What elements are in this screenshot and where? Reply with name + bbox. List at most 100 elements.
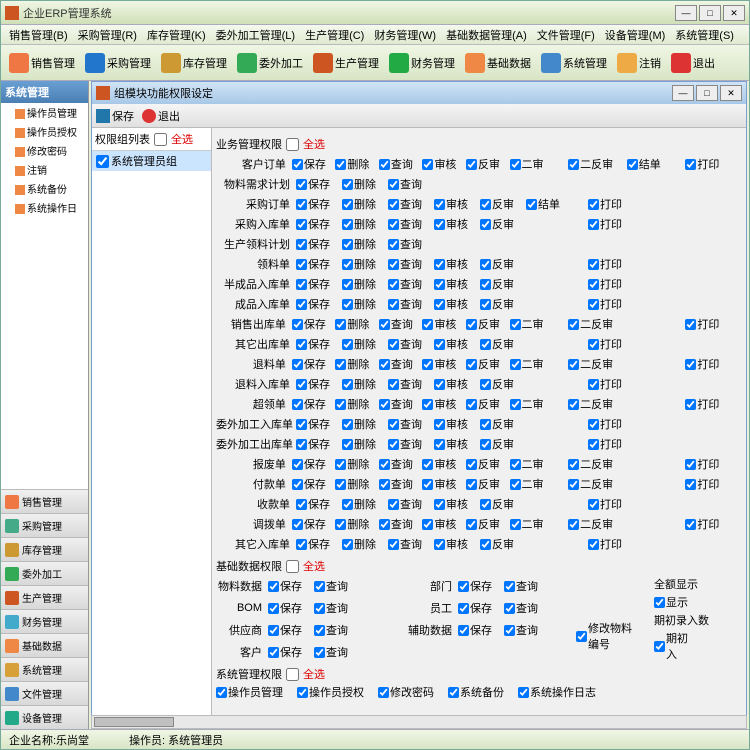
perm-checkbox[interactable]: [379, 519, 390, 530]
perm-checkbox[interactable]: [458, 625, 469, 636]
perm-checkbox[interactable]: [342, 419, 353, 430]
accordion-item[interactable]: 销售管理: [1, 489, 88, 513]
perm-checkbox[interactable]: [342, 199, 353, 210]
perm-checkbox[interactable]: [434, 199, 445, 210]
perm-checkbox[interactable]: [434, 379, 445, 390]
close-button[interactable]: ✕: [723, 5, 745, 21]
perm-checkbox[interactable]: [480, 339, 491, 350]
perm-checkbox[interactable]: [510, 399, 521, 410]
accordion-item[interactable]: 文件管理: [1, 681, 88, 705]
perm-checkbox[interactable]: [588, 339, 599, 350]
perm-checkbox[interactable]: [342, 439, 353, 450]
accordion-item[interactable]: 设备管理: [1, 705, 88, 729]
perm-checkbox[interactable]: [422, 399, 433, 410]
toolbar-item[interactable]: 委外加工: [233, 51, 307, 75]
toolbar-item[interactable]: 财务管理: [385, 51, 459, 75]
perm-checkbox[interactable]: [342, 239, 353, 250]
perm-checkbox[interactable]: [480, 259, 491, 270]
perm-checkbox[interactable]: [510, 159, 521, 170]
show-all-checkbox[interactable]: [654, 597, 665, 608]
perm-checkbox[interactable]: [314, 581, 325, 592]
perm-checkbox[interactable]: [588, 379, 599, 390]
perm-checkbox[interactable]: [292, 399, 303, 410]
menu-item[interactable]: 生产管理(C): [301, 25, 368, 45]
perm-checkbox[interactable]: [379, 319, 390, 330]
perm-checkbox[interactable]: [292, 159, 303, 170]
maximize-button[interactable]: □: [699, 5, 721, 21]
menu-item[interactable]: 采购管理(R): [74, 25, 141, 45]
perm-checkbox[interactable]: [388, 539, 399, 550]
save-button[interactable]: 保存: [96, 108, 134, 124]
perm-checkbox[interactable]: [342, 219, 353, 230]
perm-checkbox[interactable]: [388, 439, 399, 450]
sys-perm-checkbox[interactable]: [378, 687, 389, 698]
perm-checkbox[interactable]: [504, 581, 515, 592]
perm-checkbox[interactable]: [422, 519, 433, 530]
perm-checkbox[interactable]: [388, 499, 399, 510]
perm-checkbox[interactable]: [480, 279, 491, 290]
perm-checkbox[interactable]: [292, 479, 303, 490]
perm-checkbox[interactable]: [388, 179, 399, 190]
perm-checkbox[interactable]: [458, 581, 469, 592]
perm-checkbox[interactable]: [480, 299, 491, 310]
perm-checkbox[interactable]: [342, 279, 353, 290]
perm-checkbox[interactable]: [292, 519, 303, 530]
scrollbar-thumb[interactable]: [94, 717, 174, 727]
modify-material-checkbox[interactable]: [576, 631, 587, 642]
perm-checkbox[interactable]: [335, 319, 346, 330]
perm-checkbox[interactable]: [296, 179, 307, 190]
sys-perm-checkbox[interactable]: [448, 687, 459, 698]
biz-select-all-checkbox[interactable]: [286, 138, 299, 151]
sys-select-all-checkbox[interactable]: [286, 668, 299, 681]
menu-item[interactable]: 系统管理(S): [671, 25, 738, 45]
perm-checkbox[interactable]: [504, 625, 515, 636]
perm-checkbox[interactable]: [342, 259, 353, 270]
perm-checkbox[interactable]: [510, 359, 521, 370]
perm-checkbox[interactable]: [342, 499, 353, 510]
perm-checkbox[interactable]: [480, 419, 491, 430]
perm-checkbox[interactable]: [335, 459, 346, 470]
perm-checkbox[interactable]: [685, 359, 696, 370]
tree-item[interactable]: 操作员管理: [1, 103, 88, 122]
perm-checkbox[interactable]: [296, 539, 307, 550]
perm-checkbox[interactable]: [335, 519, 346, 530]
tree-item[interactable]: 修改密码: [1, 141, 88, 160]
accordion-item[interactable]: 基础数据: [1, 633, 88, 657]
perm-checkbox[interactable]: [568, 519, 579, 530]
perm-checkbox[interactable]: [588, 299, 599, 310]
perm-checkbox[interactable]: [268, 603, 279, 614]
menu-item[interactable]: 基础数据管理(A): [442, 25, 531, 45]
perm-checkbox[interactable]: [379, 479, 390, 490]
perm-checkbox[interactable]: [296, 299, 307, 310]
perm-checkbox[interactable]: [568, 399, 579, 410]
perm-checkbox[interactable]: [379, 159, 390, 170]
toolbar-item[interactable]: 基础数据: [461, 51, 535, 75]
perm-checkbox[interactable]: [342, 339, 353, 350]
perm-checkbox[interactable]: [568, 359, 579, 370]
perm-checkbox[interactable]: [268, 581, 279, 592]
menu-item[interactable]: 财务管理(W): [370, 25, 440, 45]
menu-item[interactable]: 文件管理(F): [533, 25, 599, 45]
perm-checkbox[interactable]: [422, 319, 433, 330]
toolbar-item[interactable]: 系统管理: [537, 51, 611, 75]
perm-checkbox[interactable]: [434, 299, 445, 310]
perm-checkbox[interactable]: [388, 239, 399, 250]
perm-checkbox[interactable]: [296, 199, 307, 210]
perm-checkbox[interactable]: [466, 319, 477, 330]
perm-checkbox[interactable]: [588, 219, 599, 230]
perm-checkbox[interactable]: [434, 539, 445, 550]
dialog-maximize-button[interactable]: □: [696, 85, 718, 101]
perm-checkbox[interactable]: [335, 159, 346, 170]
toolbar-item[interactable]: 库存管理: [157, 51, 231, 75]
perm-checkbox[interactable]: [685, 479, 696, 490]
perm-checkbox[interactable]: [388, 299, 399, 310]
menu-item[interactable]: 库存管理(K): [143, 25, 210, 45]
perm-checkbox[interactable]: [480, 199, 491, 210]
accordion-item[interactable]: 委外加工: [1, 561, 88, 585]
perm-checkbox[interactable]: [504, 603, 515, 614]
perm-checkbox[interactable]: [480, 219, 491, 230]
perm-checkbox[interactable]: [388, 279, 399, 290]
dialog-minimize-button[interactable]: —: [672, 85, 694, 101]
group-item-checkbox[interactable]: [96, 155, 109, 168]
perm-checkbox[interactable]: [480, 439, 491, 450]
